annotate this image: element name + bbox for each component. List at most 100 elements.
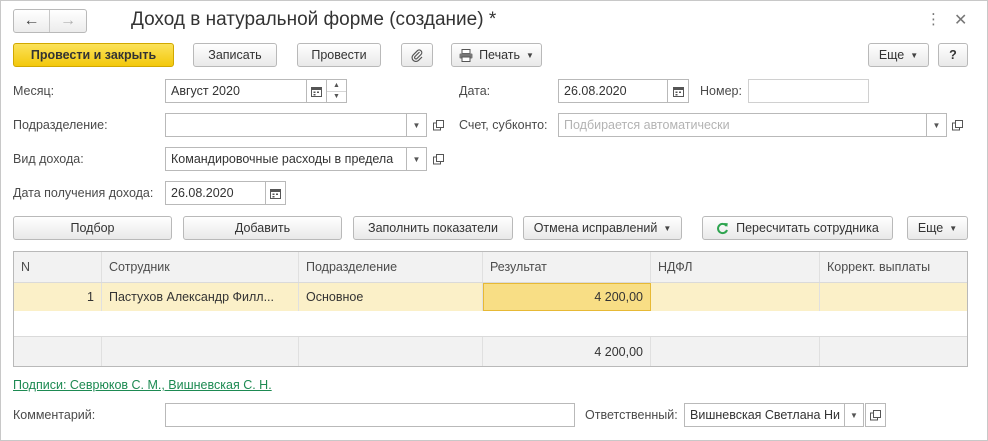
vertical-dots-icon[interactable]: ⋮: [926, 10, 941, 28]
table-more-label: Еще: [917, 221, 944, 235]
column-header[interactable]: Сотрудник: [102, 252, 299, 282]
printer-icon: [459, 48, 473, 62]
recalculate-employee-button[interactable]: Пересчитать сотрудника: [702, 216, 893, 240]
department-input[interactable]: [165, 113, 407, 137]
employee-cell[interactable]: Пастухов Александр Филл...: [102, 283, 299, 311]
open-form-icon: [433, 119, 444, 130]
account-label: Счет, субконто:: [459, 118, 548, 132]
column-header[interactable]: НДФЛ: [651, 252, 820, 282]
back-button[interactable]: ←: [14, 10, 50, 32]
calendar-icon: [672, 86, 684, 97]
spin-up-icon[interactable]: ▲: [327, 80, 346, 92]
attach-button[interactable]: [401, 43, 433, 67]
responsible-input[interactable]: Вишневская Светлана Ни: [684, 403, 845, 427]
caret-down-icon: ▼: [949, 223, 958, 233]
column-header[interactable]: N: [14, 252, 102, 282]
account-dropdown-button[interactable]: ▼: [926, 113, 947, 137]
footer-cell: [651, 337, 820, 366]
signatures-link[interactable]: Подписи: Севрюков С. М., Вишневская С. Н…: [13, 378, 272, 392]
table-row[interactable]: 1 Пастухов Александр Филл... Основное 4 …: [14, 283, 967, 311]
row-number: 1: [14, 283, 102, 311]
comment-input[interactable]: [165, 403, 575, 427]
month-calendar-button[interactable]: [306, 79, 327, 103]
caret-down-icon: ▼: [932, 120, 941, 130]
print-button[interactable]: Печать ▼: [451, 43, 542, 67]
more-label: Еще: [878, 48, 905, 62]
department-open-button[interactable]: [428, 113, 449, 137]
table-header: N Сотрудник Подразделение Результат НДФЛ…: [14, 252, 967, 283]
income-date-calendar-button[interactable]: [265, 181, 286, 205]
department-cell[interactable]: Основное: [299, 283, 483, 311]
close-icon[interactable]: ✕: [954, 10, 967, 30]
account-input[interactable]: Подбирается автоматически: [558, 113, 927, 137]
arrow-left-icon: ←: [23, 12, 40, 29]
total-result: 4 200,00: [483, 337, 651, 366]
forward-button[interactable]: →: [50, 10, 86, 32]
month-input[interactable]: Август 2020: [165, 79, 307, 103]
footer-cell: [820, 337, 967, 366]
open-form-icon: [433, 153, 444, 164]
fill-indicators-button[interactable]: Заполнить показатели: [353, 216, 513, 240]
responsible-dropdown-button[interactable]: ▼: [844, 403, 864, 427]
more-button[interactable]: Еще ▼: [868, 43, 929, 67]
result-cell[interactable]: 4 200,00: [483, 283, 651, 311]
income-type-label: Вид дохода:: [13, 152, 84, 166]
month-spinner[interactable]: ▲ ▼: [326, 79, 347, 103]
caret-down-icon: ▼: [663, 223, 672, 233]
correction-cell[interactable]: [820, 283, 967, 311]
cancel-corrections-button[interactable]: Отмена исправлений ▼: [523, 216, 682, 240]
spin-down-icon[interactable]: ▼: [327, 92, 346, 103]
page-title: Доход в натуральной форме (создание) *: [131, 9, 497, 30]
account-open-button[interactable]: [947, 113, 968, 137]
print-label: Печать: [479, 48, 521, 62]
footer-cell: [299, 337, 483, 366]
open-form-icon: [952, 119, 963, 130]
footer-cell: [14, 337, 102, 366]
income-type-input[interactable]: Командировочные расходы в предела: [165, 147, 407, 171]
post-button[interactable]: Провести: [297, 43, 381, 67]
column-header[interactable]: Коррект. выплаты: [820, 252, 967, 282]
date-calendar-button[interactable]: [667, 79, 689, 103]
table-more-button[interactable]: Еще ▼: [907, 216, 968, 240]
number-input[interactable]: [748, 79, 869, 103]
account-placeholder: Подбирается автоматически: [564, 118, 730, 132]
number-label: Номер:: [700, 84, 742, 98]
footer-cell: [102, 337, 299, 366]
caret-down-icon: ▼: [850, 410, 858, 420]
department-dropdown-button[interactable]: ▼: [406, 113, 427, 137]
date-label: Дата:: [459, 84, 491, 98]
responsible-open-button[interactable]: [865, 403, 886, 427]
recalculate-label: Пересчитать сотрудника: [736, 221, 879, 235]
income-type-dropdown-button[interactable]: ▼: [406, 147, 427, 171]
save-button[interactable]: Записать: [193, 43, 277, 67]
table-footer: 4 200,00: [14, 336, 967, 366]
calendar-icon: [311, 86, 322, 97]
responsible-label: Ответственный:: [585, 408, 678, 422]
column-header[interactable]: Результат: [483, 252, 651, 282]
add-button[interactable]: Добавить: [183, 216, 342, 240]
income-date-input[interactable]: 26.08.2020: [165, 181, 266, 205]
calendar-icon: [270, 188, 281, 199]
comment-label: Комментарий:: [13, 408, 96, 422]
caret-down-icon: ▼: [412, 120, 421, 130]
caret-down-icon: ▼: [910, 50, 919, 60]
ndfl-cell[interactable]: [651, 283, 820, 311]
income-type-open-button[interactable]: [428, 147, 449, 171]
employees-table: N Сотрудник Подразделение Результат НДФЛ…: [13, 251, 968, 367]
select-button[interactable]: Подбор: [13, 216, 172, 240]
income-date-label: Дата получения дохода:: [13, 186, 154, 200]
month-label: Месяц:: [13, 84, 55, 98]
cancel-corrections-label: Отмена исправлений: [533, 221, 658, 235]
open-form-icon: [870, 409, 881, 420]
caret-down-icon: ▼: [412, 154, 421, 164]
column-header[interactable]: Подразделение: [299, 252, 483, 282]
department-label: Подразделение:: [13, 118, 108, 132]
nav-group: ← →: [13, 9, 87, 33]
help-button[interactable]: ?: [938, 43, 968, 67]
refresh-icon: [717, 222, 729, 234]
date-input[interactable]: 26.08.2020: [558, 79, 668, 103]
arrow-right-icon: →: [60, 12, 76, 29]
caret-down-icon: ▼: [526, 50, 534, 60]
post-and-close-button[interactable]: Провести и закрыть: [13, 43, 174, 67]
paperclip-icon: [411, 49, 423, 62]
